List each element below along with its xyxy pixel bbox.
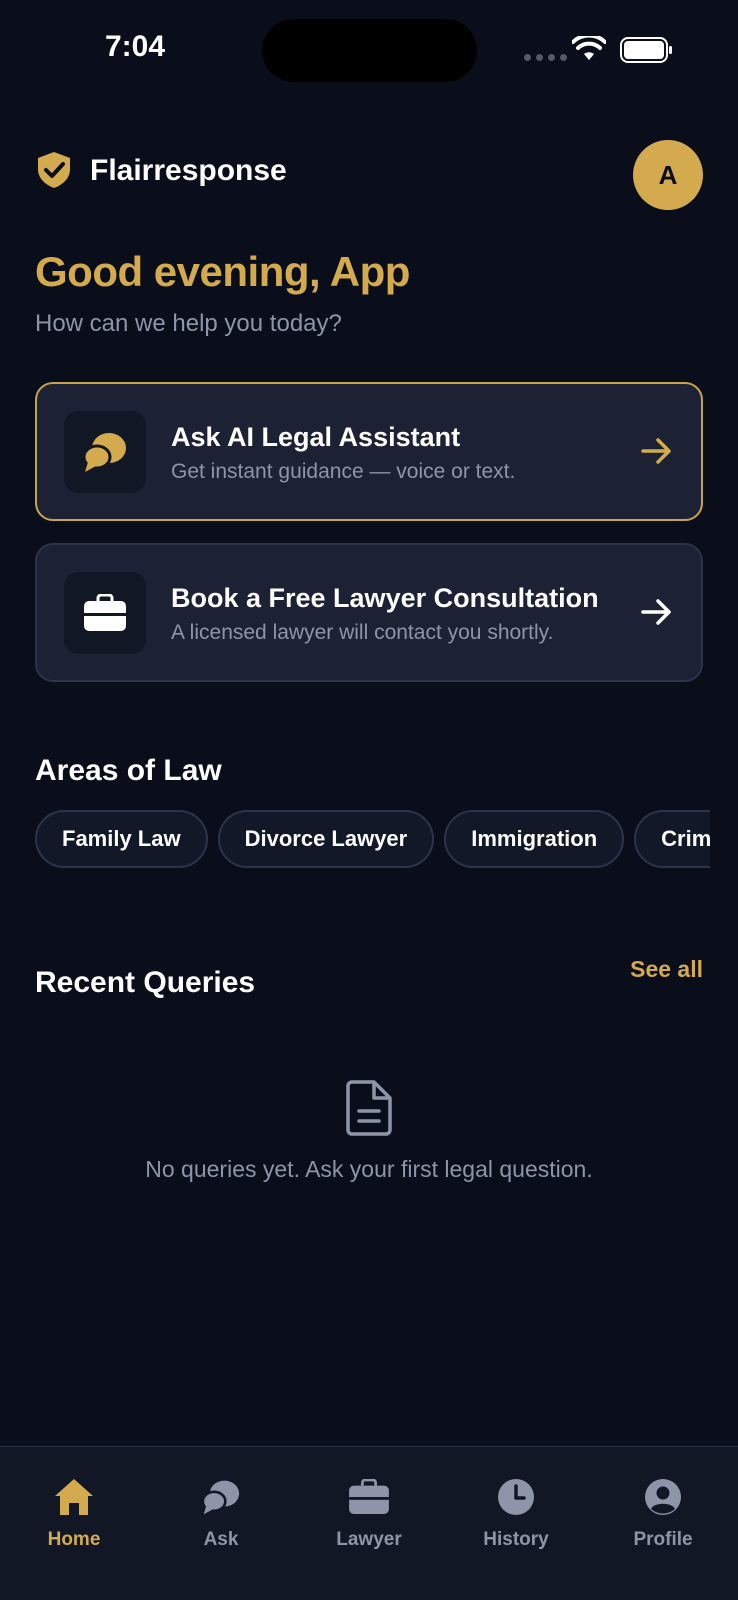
chat-bubbles-icon — [201, 1480, 240, 1515]
ask-ai-card[interactable]: Ask AI Legal Assistant Get instant guida… — [35, 382, 703, 521]
recent-queries-title: Recent Queries — [35, 966, 256, 999]
card-icon-box — [64, 572, 146, 654]
document-icon — [346, 1080, 392, 1136]
briefcase-icon — [349, 1479, 389, 1515]
tab-profile[interactable]: Profile — [608, 1475, 718, 1551]
arrow-right-icon — [641, 438, 671, 464]
arrow-right-icon — [641, 599, 671, 625]
card-title: Ask AI Legal Assistant — [171, 422, 461, 452]
status-time: 7:04 — [105, 30, 166, 63]
card-subtitle: A licensed lawyer will contact you short… — [171, 621, 554, 644]
wifi-icon — [572, 36, 606, 60]
areas-of-law-title: Areas of Law — [35, 754, 222, 787]
card-title: Book a Free Lawyer Consultation — [171, 583, 599, 613]
chip-family-law[interactable]: Family Law — [35, 810, 208, 868]
card-icon-box — [64, 411, 146, 493]
brand-name: Flairresponse — [90, 154, 287, 187]
avatar[interactable]: A — [633, 140, 703, 210]
tab-label: History — [483, 1529, 549, 1550]
tab-label: Home — [47, 1529, 101, 1550]
person-icon — [645, 1479, 681, 1515]
tab-label: Lawyer — [336, 1529, 402, 1550]
chip-immigration[interactable]: Immigration — [444, 810, 625, 868]
home-icon — [55, 1479, 93, 1515]
empty-state-text: No queries yet. Ask your first legal que… — [145, 1156, 593, 1182]
tab-lawyer[interactable]: Lawyer — [314, 1475, 424, 1551]
card-subtitle: Get instant guidance — voice or text. — [171, 460, 516, 483]
tab-home[interactable]: Home — [19, 1475, 129, 1551]
status-bar: 7:04 — [0, 0, 738, 100]
chat-bubbles-icon — [82, 433, 126, 472]
chip-divorce-lawyer[interactable]: Divorce Lawyer — [217, 810, 435, 868]
cellular-signal-icon — [524, 54, 567, 61]
briefcase-icon — [84, 594, 126, 631]
app-header: Flairresponse A — [35, 140, 703, 212]
greeting-subtitle: How can we help you today? — [35, 310, 342, 337]
clock-icon — [498, 1479, 534, 1515]
chip-criminal-law[interactable]: Criminal Law — [634, 810, 710, 868]
tab-ask[interactable]: Ask — [166, 1475, 276, 1551]
shield-check-icon — [38, 152, 70, 188]
see-all-link[interactable]: See all — [630, 956, 703, 983]
greeting-title: Good evening, App — [35, 248, 410, 295]
bottom-tab-bar: Home Ask Lawyer History Profile — [0, 1446, 738, 1600]
tab-history[interactable]: History — [461, 1475, 571, 1551]
dynamic-island — [262, 19, 477, 82]
avatar-initial: A — [658, 159, 678, 190]
tab-label: Ask — [203, 1529, 239, 1550]
book-lawyer-card[interactable]: Book a Free Lawyer Consultation A licens… — [35, 543, 703, 682]
tab-label: Profile — [633, 1529, 693, 1550]
battery-icon — [620, 37, 672, 63]
areas-chip-list[interactable]: Family LawDivorce LawyerImmigrationCrimi… — [35, 810, 710, 870]
